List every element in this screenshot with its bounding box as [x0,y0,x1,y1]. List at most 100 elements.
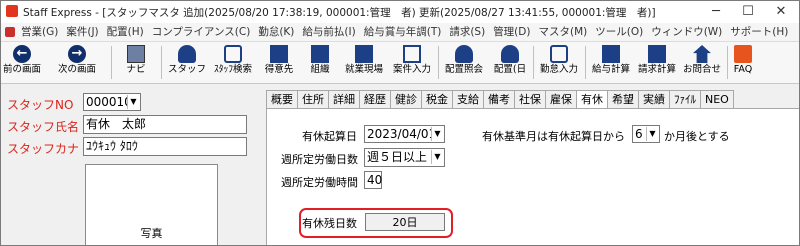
app-window: Staff Express - [スタッフマスタ 追加(2025/08/20 1… [0,0,800,246]
leave-base-prefix: 有休基準月は有休起算日から [482,130,625,143]
placement-daily-button[interactable]: 配置(日 [489,42,531,83]
work-days-label: 週所定労働日数 [281,153,358,166]
upload-icon [693,45,711,63]
menu-management[interactable]: 管理(D) [489,23,534,41]
app-icon [6,5,18,17]
menu-compliance[interactable]: コンプライアンス(C) [148,23,255,41]
work-hours-field[interactable]: 40 [364,171,382,189]
billing-calc-button[interactable]: 請求計算 [634,42,680,83]
next-button[interactable]: → 次の画面 [51,42,103,83]
staff-search-button[interactable]: ｽﾀｯﾌ検索 [209,42,257,83]
staff-label: スタッフ [167,64,206,75]
placement-daily-label: 配置(日 [493,64,527,75]
menu-sales[interactable]: 営業(G) [17,23,62,41]
maximize-button[interactable]: ☐ [732,1,764,23]
worksite-label: 就業現場 [344,64,383,75]
next-label: 次の画面 [57,64,96,75]
minimize-button[interactable]: ─ [700,1,732,23]
customer-icon [270,45,288,63]
worksite-icon [355,45,373,63]
billing-calc-icon [648,45,666,63]
tab-strip: 概要 住所 詳細 経歴 健診 税金 支給 備考 社保 雇保 有休 希望 実績 ﾌｧｲﾙ NEO [266,90,734,109]
menu-support[interactable]: サポート(H) [726,23,792,41]
leave-start-select[interactable]: 2023/04/01 ▼ [364,125,445,143]
staff-button[interactable]: スタッフ [167,42,207,83]
leave-base-suffix: か月後とする [664,130,730,143]
back-arrow-icon: ← [13,45,31,63]
chevron-down-icon[interactable]: ▼ [431,127,443,141]
menu-billing[interactable]: 請求(S) [445,23,489,41]
placement-daily-icon [501,45,519,63]
close-button[interactable]: ✕ [765,1,797,23]
work-days-value: 週５日以上 [367,150,428,164]
payroll-calc-label: 給与計算 [591,64,630,75]
toolbar-separator [727,46,728,79]
tab-tax[interactable]: 税金 [421,90,453,108]
staff-name-field[interactable]: 有休 太郎 [83,115,247,134]
toolbar-separator [161,46,162,79]
tab-paid-leave[interactable]: 有休 [576,90,608,109]
organization-button[interactable]: 組織 [301,42,339,83]
placement-inquiry-button[interactable]: 配置照会 [441,42,487,83]
tab-social-insurance[interactable]: 社保 [514,90,546,108]
staff-search-label: ｽﾀｯﾌ検索 [213,64,252,75]
menu-tools[interactable]: ツール(O) [591,23,647,41]
navi-button[interactable]: ナビ [119,42,153,83]
back-button[interactable]: ← 前の画面 [1,42,43,83]
menu-attendance[interactable]: 勤怠(K) [254,23,298,41]
staff-kana-field[interactable]: ﾕｳｷｭｳ ﾀﾛｳ [83,137,247,156]
remaining-days-value: 20日 [365,213,445,231]
tab-overview[interactable]: 概要 [266,90,298,108]
tab-notes[interactable]: 備考 [483,90,515,108]
attendance-entry-button[interactable]: 勤怠入力 [536,42,582,83]
menu-placement[interactable]: 配置(H) [103,23,148,41]
chevron-down-icon[interactable]: ▼ [127,95,139,109]
staff-kana-label: スタッフカナ [7,142,80,156]
leave-start-value: 2023/04/01 [367,127,437,141]
back-label: 前の画面 [2,64,41,75]
leave-start-label: 有休起算日 [302,130,357,143]
placement-inquiry-icon [455,45,473,63]
tab-health-check[interactable]: 健診 [390,90,422,108]
attendance-entry-label: 勤怠入力 [539,64,578,75]
work-days-select[interactable]: 週５日以上 ▼ [364,148,445,167]
customer-label: 得意先 [264,64,294,75]
leave-base-select[interactable]: 6 ▼ [632,125,660,143]
attendance-entry-icon [550,45,568,63]
tab-preferences[interactable]: 希望 [607,90,639,108]
menu-advance-pay[interactable]: 給与前払(I) [298,23,359,41]
menu-payroll[interactable]: 給与賞与年調(T) [360,23,446,41]
payroll-calc-icon [602,45,620,63]
staff-no-select[interactable]: 000010 ▼ [83,93,141,111]
menu-window[interactable]: ウィンドウ(W) [647,23,726,41]
project-entry-button[interactable]: 案件入力 [389,42,435,83]
menu-projects[interactable]: 案件(J) [62,23,102,41]
main-content: スタッフNO 000010 ▼ スタッフ氏名 有休 太郎 スタッフカナ ﾕｳｷｭ… [1,84,799,245]
worksite-button[interactable]: 就業現場 [341,42,387,83]
staff-no-label: スタッフNO [7,98,74,112]
tab-details[interactable]: 詳細 [328,90,360,108]
toolbar-separator [438,46,439,79]
chevron-down-icon[interactable]: ▼ [646,127,658,141]
tab-career[interactable]: 経歴 [359,90,391,108]
system-menu-icon[interactable] [5,27,15,37]
toolbar-separator [585,46,586,79]
organization-label: 組織 [310,64,330,75]
project-entry-label: 案件入力 [392,64,431,75]
customer-button[interactable]: 得意先 [259,42,299,83]
menu-bar: 営業(G) 案件(J) 配置(H) コンプライアンス(C) 勤怠(K) 給与前払(I) 給与… [1,23,799,42]
tab-payment[interactable]: 支給 [452,90,484,108]
tab-neo[interactable]: NEO [700,90,734,108]
staff-icon [178,45,196,63]
tab-employment-insurance[interactable]: 雇保 [545,90,577,108]
tab-results[interactable]: 実績 [638,90,670,108]
faq-button[interactable]: FAQ [729,42,757,83]
tab-address[interactable]: 住所 [297,90,329,108]
payroll-calc-button[interactable]: 給与計算 [588,42,634,83]
chevron-down-icon[interactable]: ▼ [431,150,443,164]
tab-files[interactable]: ﾌｧｲﾙ [669,90,701,108]
photo-box[interactable]: 写真 [85,164,218,245]
navi-icon [127,45,145,63]
inquiry-button[interactable]: お問合せ [680,42,724,83]
menu-master[interactable]: マスタ(M) [534,23,591,41]
